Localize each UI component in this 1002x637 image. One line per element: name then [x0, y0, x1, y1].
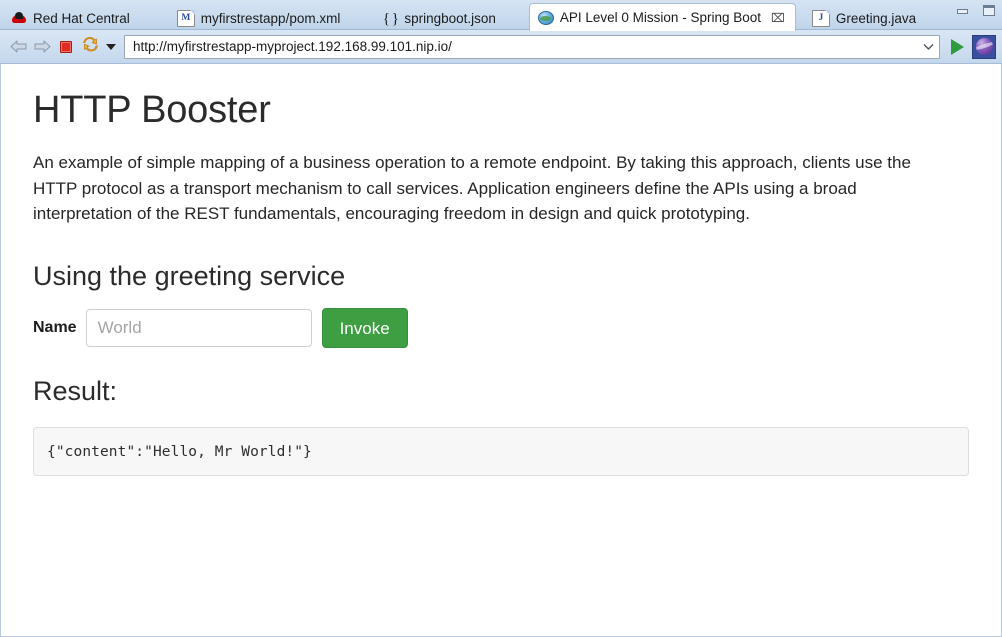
refresh-icon [82, 36, 99, 57]
tab-api-level-0-mission[interactable]: API Level 0 Mission - Spring Boot ⌧ [528, 3, 796, 31]
address-bar[interactable] [124, 34, 940, 59]
name-label: Name [33, 319, 77, 337]
xml-file-icon [176, 10, 195, 27]
external-globe-icon [975, 38, 993, 55]
arrow-left-icon [10, 40, 27, 53]
json-braces-icon: { } [382, 10, 399, 27]
arrow-right-icon [34, 40, 51, 53]
page-title: HTTP Booster [33, 89, 271, 131]
java-file-icon [811, 10, 830, 27]
tab-bar: Red Hat Central myfirstrestapp/pom.xml {… [0, 0, 1002, 31]
browser-globe-icon [537, 11, 554, 25]
tab-label: Red Hat Central [33, 10, 130, 26]
minimize-icon[interactable] [956, 4, 970, 17]
back-button[interactable] [6, 35, 30, 59]
stop-icon [60, 40, 72, 53]
page-viewport: HTTP Booster An example of simple mappin… [0, 64, 1002, 637]
browser-window: Red Hat Central myfirstrestapp/pom.xml {… [0, 0, 1002, 637]
tab-label: myfirstrestapp/pom.xml [200, 10, 341, 26]
tab-label: springboot.json [404, 10, 496, 26]
page-description: An example of simple mapping of a busine… [33, 152, 911, 224]
open-external-browser-button[interactable] [972, 34, 996, 59]
name-input[interactable] [85, 309, 312, 348]
go-button[interactable] [946, 35, 968, 59]
greeting-form: Name Invoke [33, 308, 971, 349]
refresh-button[interactable] [78, 35, 102, 59]
section-title: Using the greeting service [33, 261, 346, 292]
window-controls [956, 4, 996, 17]
refresh-dropdown-button[interactable] [102, 35, 120, 59]
url-history-dropdown[interactable] [917, 36, 939, 58]
invoke-button[interactable]: Invoke [321, 308, 408, 349]
redhat-icon [11, 11, 27, 27]
close-icon[interactable]: ⌧ [771, 12, 785, 24]
tab-label: Greeting.java [835, 10, 917, 26]
chevron-down-icon [923, 43, 933, 50]
page-content: HTTP Booster An example of simple mappin… [1, 64, 1001, 477]
play-triangle-icon [950, 38, 964, 55]
result-text: {"content":"Hello, Mr World!"} [47, 443, 312, 460]
tab-greeting-java[interactable]: Greeting.java [802, 5, 927, 31]
url-input[interactable] [125, 34, 917, 59]
chevron-down-icon [106, 43, 116, 50]
tab-label: API Level 0 Mission - Spring Boot [559, 9, 761, 25]
tab-pom-xml[interactable]: myfirstrestapp/pom.xml [167, 5, 352, 31]
forward-button[interactable] [30, 35, 54, 59]
maximize-icon[interactable] [982, 4, 996, 17]
stop-button[interactable] [54, 35, 78, 59]
tab-red-hat-central[interactable]: Red Hat Central [2, 5, 141, 31]
result-box: {"content":"Hello, Mr World!"} [33, 427, 969, 477]
browser-toolbar [0, 30, 1002, 64]
result-title: Result: [33, 376, 118, 407]
tab-springboot-json[interactable]: { } springboot.json [373, 5, 507, 31]
